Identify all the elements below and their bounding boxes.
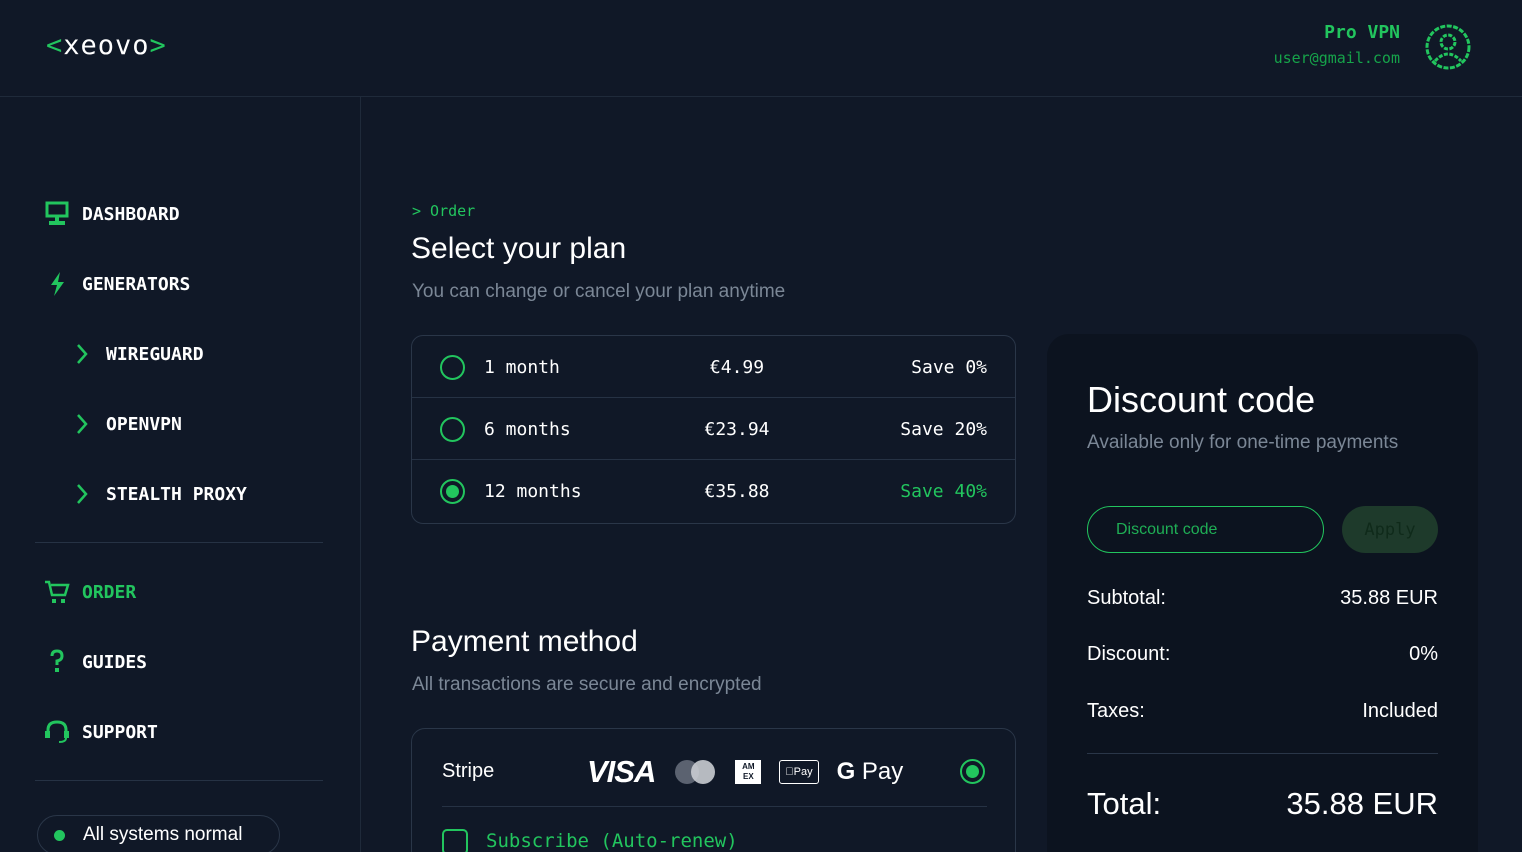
visa-logo: VISA (587, 754, 656, 789)
plan-savings: Save 20% (900, 419, 987, 440)
payment-method-stripe[interactable]: Stripe VISA AMEX Pay G Pay Subscribe (A… (411, 728, 1016, 852)
sidebar-item-label: STEALTH PROXY (106, 483, 247, 505)
plan-name: Pro VPN (1324, 22, 1400, 43)
logo-bracket-right: > (149, 30, 167, 61)
sidebar-item-order[interactable]: ORDER (44, 577, 136, 607)
xeovo-logo[interactable]: <xeovo> (46, 30, 167, 61)
total-value: 35.88 EUR (1286, 786, 1438, 821)
order-summary-panel: Discount code Available only for one-tim… (1047, 334, 1478, 852)
status-dot-icon (54, 829, 65, 841)
plan-radio[interactable] (440, 355, 465, 380)
taxes-row: Taxes: Included (1087, 700, 1438, 723)
question-icon (44, 649, 70, 675)
sidebar: DASHBOARD GENERATORS WIREGUARD OPENVPN S… (0, 97, 361, 852)
plan-list: 1 month €4.99 Save 0% 6 months €23.94 Sa… (411, 335, 1016, 524)
plan-option-1-month[interactable]: 1 month €4.99 Save 0% (412, 336, 1015, 398)
user-email: user@gmail.com (1273, 49, 1400, 67)
chevron-right-icon (70, 481, 94, 507)
plan-price: €35.88 (704, 481, 770, 502)
payment-section-title: Payment method (411, 625, 638, 658)
logo-bracket-left: < (46, 30, 64, 61)
monitor-icon (44, 201, 70, 227)
plan-duration: 1 month (484, 357, 560, 378)
discount-title: Discount code (1087, 379, 1316, 420)
subtotal-label: Subtotal: (1087, 587, 1166, 609)
payment-section-subtitle: All transactions are secure and encrypte… (412, 674, 762, 695)
taxes-label: Taxes: (1087, 700, 1145, 722)
sidebar-item-support[interactable]: SUPPORT (44, 717, 158, 747)
cart-icon (44, 579, 70, 605)
discount-label: Discount: (1087, 643, 1171, 665)
sidebar-divider (35, 542, 323, 543)
logo-text: xeovo (63, 30, 150, 61)
mastercard-icon (675, 759, 717, 785)
discount-value: 0% (1409, 643, 1438, 665)
sidebar-item-generators[interactable]: GENERATORS (44, 269, 190, 299)
amex-icon: AM EX (735, 760, 762, 784)
user-avatar-icon[interactable] (1424, 23, 1472, 71)
plan-price: €23.94 (704, 419, 770, 440)
sidebar-item-label: GENERATORS (82, 273, 191, 295)
sidebar-item-dashboard[interactable]: DASHBOARD (44, 199, 180, 229)
plan-savings: Save 40% (900, 481, 987, 502)
subtotal-value: 35.88 EUR (1340, 587, 1438, 609)
plan-section-subtitle: You can change or cancel your plan anyti… (412, 281, 786, 302)
plan-radio[interactable] (440, 417, 465, 442)
discount-subtitle: Available only for one-time payments (1087, 432, 1399, 453)
system-status-text: All systems normal (83, 824, 243, 845)
system-status-badge[interactable]: All systems normal (37, 815, 280, 852)
subtotal-row: Subtotal: 35.88 EUR (1087, 587, 1438, 610)
user-info: Pro VPN user@gmail.com (1274, 22, 1400, 67)
plan-savings: Save 0% (911, 357, 987, 378)
discount-row: Discount: 0% (1087, 643, 1438, 666)
taxes-value: Included (1362, 700, 1438, 722)
plan-radio[interactable] (440, 479, 465, 504)
apply-button[interactable]: Apply (1342, 506, 1438, 553)
sidebar-item-openvpn[interactable]: OPENVPN (70, 409, 182, 439)
apple-pay-icon: Pay (779, 760, 819, 784)
lightning-icon (44, 271, 70, 297)
sidebar-item-label: DASHBOARD (82, 203, 180, 225)
total-label: Total: (1087, 786, 1162, 821)
sidebar-item-label: SUPPORT (82, 721, 158, 743)
plan-price: €4.99 (709, 357, 765, 378)
sidebar-item-wireguard[interactable]: WIREGUARD (70, 339, 204, 369)
discount-code-input[interactable] (1087, 506, 1324, 553)
payment-radio[interactable] (960, 759, 985, 784)
subscribe-checkbox[interactable] (442, 829, 468, 852)
sidebar-item-label: ORDER (82, 581, 137, 603)
sidebar-divider (35, 780, 323, 781)
headset-icon (44, 719, 70, 745)
plan-section-title: Select your plan (411, 232, 627, 265)
plan-option-6-months[interactable]: 6 months €23.94 Save 20% (412, 398, 1015, 460)
subscribe-label[interactable]: Subscribe (Auto-renew) (486, 830, 738, 852)
chevron-right-icon (70, 411, 94, 437)
sidebar-item-label: OPENVPN (106, 413, 182, 435)
sidebar-item-label: GUIDES (82, 651, 148, 673)
payment-divider (442, 806, 987, 807)
plan-duration: 12 months (484, 481, 582, 502)
sidebar-item-guides[interactable]: GUIDES (44, 647, 147, 677)
top-header: <xeovo> Pro VPN user@gmail.com (0, 0, 1522, 97)
total-row: Total: 35.88 EUR (1087, 786, 1438, 822)
google-pay-icon: G Pay (828, 758, 904, 785)
payment-logos: VISA AMEX Pay G Pay (587, 754, 904, 789)
sidebar-item-stealth-proxy[interactable]: STEALTH PROXY (70, 479, 247, 509)
chevron-right-icon (70, 341, 94, 367)
breadcrumb: > Order (412, 202, 476, 220)
plan-option-12-months[interactable]: 12 months €35.88 Save 40% (412, 460, 1015, 523)
payment-provider-label: Stripe (442, 760, 495, 782)
summary-divider (1087, 753, 1438, 754)
sidebar-item-label: WIREGUARD (106, 343, 204, 365)
plan-duration: 6 months (484, 419, 571, 440)
